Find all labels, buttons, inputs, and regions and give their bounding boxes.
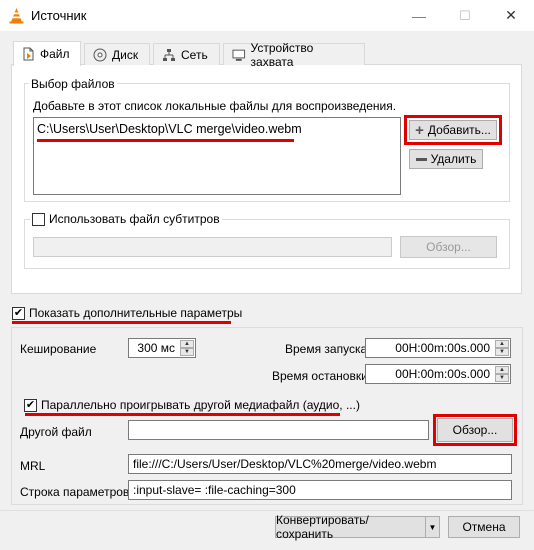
footer-separator (0, 510, 534, 511)
parallel-play-highlight (25, 413, 340, 416)
subtitle-checkbox-row[interactable]: Использовать файл субтитров (30, 212, 222, 226)
add-button[interactable]: + Добавить... (409, 120, 497, 140)
tab-capture-device[interactable]: Устройство захвата (223, 41, 365, 69)
cancel-button[interactable]: Отмена (448, 516, 520, 538)
tab-disc-label: Диск (112, 47, 139, 62)
stop-time-label: Время остановки (272, 369, 368, 383)
add-button-label: Добавить... (427, 123, 491, 137)
file-selection-group-title: Выбор файлов (29, 77, 117, 91)
tab-disc[interactable]: Диск (84, 43, 150, 65)
stop-time-spinbox[interactable]: 00H:00m:00s.000 ▲ ▼ (365, 364, 511, 384)
other-file-label: Другой файл (20, 425, 92, 439)
mrl-field[interactable]: file:///C:/Users/User/Desktop/VLC%20merg… (128, 454, 512, 474)
plus-icon: + (415, 121, 424, 139)
disc-icon (93, 48, 107, 61)
remove-button[interactable]: Удалить (409, 149, 483, 169)
caching-spinbox[interactable]: 300 мс ▲ ▼ (128, 338, 196, 358)
other-file-input[interactable] (128, 420, 429, 440)
caching-label: Кеширование (20, 342, 97, 356)
spin-down-icon[interactable]: ▼ (180, 348, 194, 356)
start-time-value: 00H:00m:00s.000 (395, 341, 490, 355)
file-list-item[interactable]: C:\Users\User\Desktop\VLC merge\video.we… (37, 122, 302, 136)
maximize-button[interactable]: ☐ (442, 0, 488, 31)
tab-network-label: Сеть (181, 47, 208, 62)
show-advanced-highlight (12, 321, 231, 324)
file-selection-description: Добавьте в этот список локальные файлы д… (33, 99, 397, 113)
tab-network[interactable]: Сеть (153, 43, 220, 65)
window-title: Источник (31, 8, 87, 23)
subtitle-browse-button: Обзор... (400, 236, 497, 258)
close-button[interactable]: ✕ (488, 0, 534, 31)
show-advanced-checkbox[interactable]: ✔ (12, 306, 25, 320)
vlc-cone-icon (9, 8, 24, 24)
convert-save-button[interactable]: Конвертировать/сохранить (275, 513, 426, 541)
mrl-label: MRL (20, 459, 46, 473)
tab-file[interactable]: Файл (13, 41, 81, 66)
file-item-highlight (37, 139, 294, 142)
tab-file-label: Файл (40, 47, 70, 61)
show-advanced-row[interactable]: ✔ Показать дополнительные параметры (12, 306, 242, 320)
options-label: Строка параметров (20, 485, 130, 499)
stop-time-value: 00H:00m:00s.000 (395, 367, 490, 381)
capture-device-icon (232, 49, 246, 61)
file-icon (23, 47, 34, 61)
subtitle-file-input (33, 237, 392, 257)
subtitle-checkbox-label: Использовать файл субтитров (49, 212, 220, 226)
start-time-spinbox[interactable]: 00H:00m:00s.000 ▲ ▼ (365, 338, 511, 358)
caching-value: 300 мс (137, 341, 175, 355)
other-file-browse-button[interactable]: Обзор... (437, 418, 513, 442)
remove-button-label: Удалить (430, 152, 477, 166)
network-icon (163, 48, 175, 61)
parallel-play-checkbox[interactable]: ✔ (24, 398, 37, 412)
spin-up-icon[interactable]: ▲ (495, 366, 509, 374)
spin-down-icon[interactable]: ▼ (495, 348, 509, 356)
tab-capture-device-label: Устройство захвата (250, 40, 314, 69)
spin-up-icon[interactable]: ▲ (180, 340, 194, 348)
convert-dropdown-button[interactable]: ▼ (425, 516, 440, 538)
start-time-label: Время запуска (285, 342, 368, 356)
spin-up-icon[interactable]: ▲ (495, 340, 509, 348)
minimize-button[interactable]: — (396, 0, 442, 31)
parallel-play-row[interactable]: ✔ Параллельно проигрывать другой медиафа… (24, 398, 360, 412)
minus-icon (415, 157, 427, 161)
show-advanced-label: Показать дополнительные параметры (29, 306, 243, 320)
parallel-play-label: Параллельно проигрывать другой медиафайл… (41, 398, 360, 412)
options-field[interactable]: :input-slave= :file-caching=300 (128, 480, 512, 500)
subtitle-checkbox[interactable] (32, 212, 45, 226)
chevron-down-icon: ▼ (428, 522, 437, 532)
spin-down-icon[interactable]: ▼ (495, 374, 509, 382)
